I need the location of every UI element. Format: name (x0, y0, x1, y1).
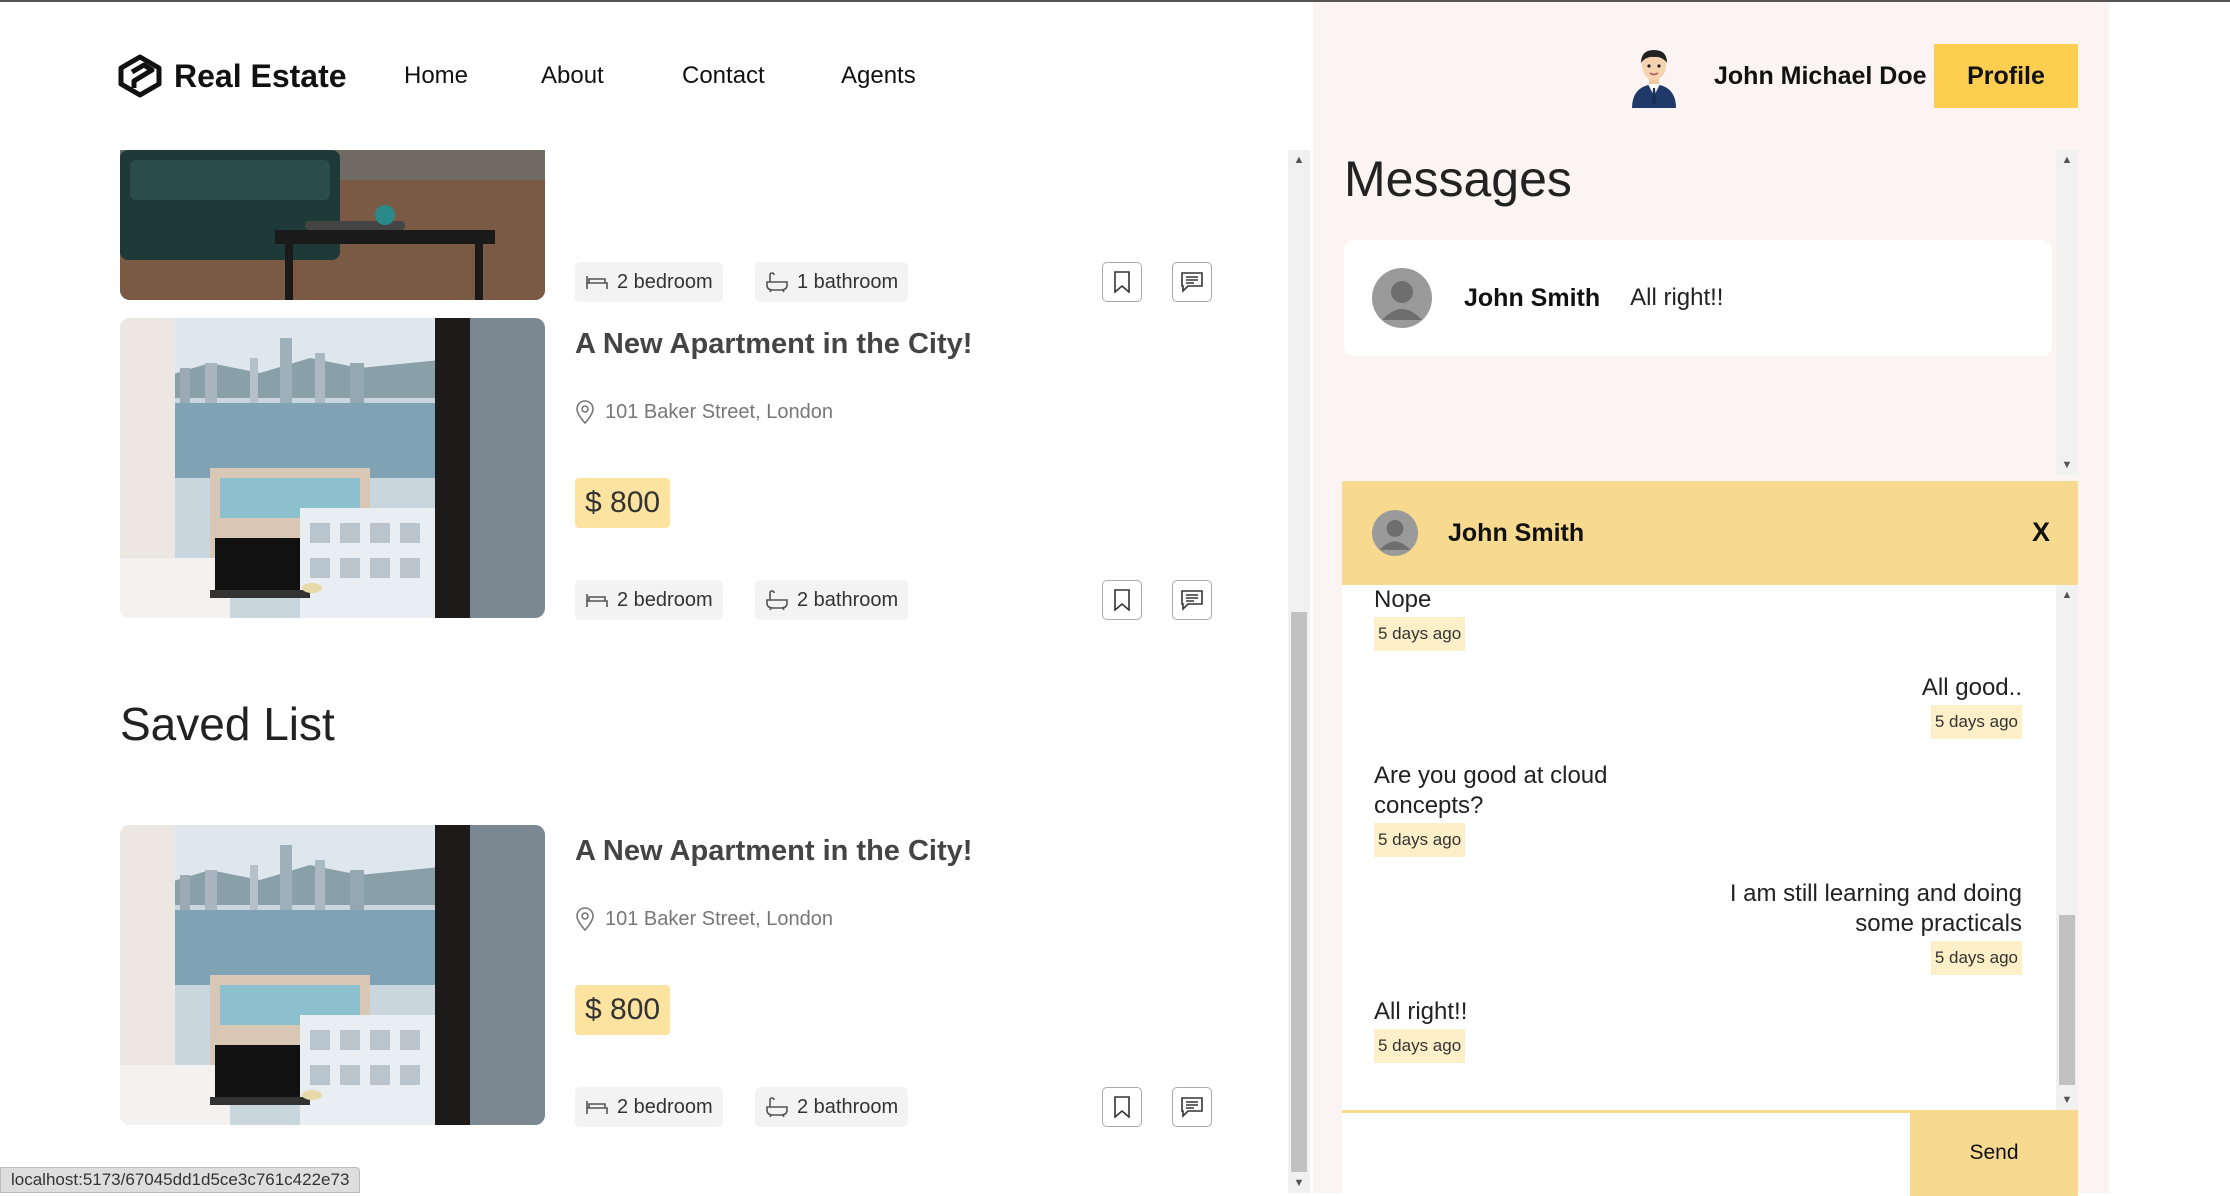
address-text: 101 Baker Street, London (605, 400, 833, 423)
chat-icon (1181, 272, 1203, 293)
nav-about[interactable]: About (541, 62, 604, 90)
bedroom-feature: 2 bedroom (575, 262, 723, 302)
bathroom-count: 2 bathroom (797, 1095, 899, 1118)
bed-icon (586, 1101, 608, 1114)
message-text: All right!! (1374, 998, 1468, 1025)
avatar (1372, 510, 1418, 556)
logo-icon (118, 54, 162, 98)
preview-sender: John Smith (1464, 283, 1601, 312)
scroll-up-icon[interactable]: ▲ (1288, 154, 1310, 166)
message-time: 5 days ago (1930, 705, 2022, 739)
chat-contact-name: John Smith (1448, 518, 1585, 547)
bookmark-icon (1114, 1096, 1130, 1118)
chat-button[interactable] (1172, 580, 1212, 620)
chat-message: All right!! 5 days ago (1374, 997, 1694, 1063)
listing-price: $ 800 (575, 478, 671, 528)
chat-message: Nope 5 days ago (1374, 585, 1694, 651)
user-name: John Michael Doe (1714, 62, 1927, 90)
bedroom-feature: 2 bedroom (575, 580, 723, 620)
listing-image[interactable] (120, 318, 545, 618)
chat-scrollbar[interactable]: ▲ ▼ (2056, 585, 2078, 1110)
user-avatar (1632, 50, 1676, 108)
chat-message: I am still learning and doing some pract… (1702, 879, 2022, 975)
avatar (1372, 268, 1432, 328)
send-button[interactable]: Send (1910, 1110, 2078, 1196)
chat-message: Are you good at cloud concepts? 5 days a… (1374, 761, 1634, 857)
chat-message: All good.. 5 days ago (1702, 673, 2022, 739)
messages-title: Messages (1344, 151, 1572, 207)
message-time: 5 days ago (1930, 941, 2022, 975)
bathroom-count: 1 bathroom (797, 270, 899, 293)
bedroom-feature: 2 bedroom (575, 1087, 723, 1127)
save-button[interactable] (1102, 1087, 1142, 1127)
save-button[interactable] (1102, 262, 1142, 302)
bathroom-feature: 2 bathroom (755, 1087, 909, 1127)
bath-icon (766, 590, 788, 611)
message-time: 5 days ago (1374, 823, 1466, 857)
messages-scrollbar[interactable]: ▲ ▼ (2056, 150, 2078, 475)
saved-listing-card: A New Apartment in the City! 101 Baker S… (120, 825, 1220, 1127)
bathroom-feature: 2 bathroom (755, 580, 909, 620)
scroll-down-icon[interactable]: ▼ (1288, 1177, 1310, 1189)
listing-image[interactable] (120, 150, 545, 300)
nav-home[interactable]: Home (404, 62, 468, 90)
scroll-down-icon[interactable]: ▼ (2056, 459, 2078, 471)
listing-address: 101 Baker Street, London (575, 400, 833, 424)
message-time: 5 days ago (1374, 617, 1466, 651)
nav-agents[interactable]: Agents (841, 62, 916, 90)
scrollbar-thumb[interactable] (1291, 612, 1307, 1172)
chat-header: John Smith X (1342, 481, 2078, 585)
scroll-down-icon[interactable]: ▼ (2056, 1094, 2078, 1106)
listings-panel: 2 bedroom 1 bathroom A New Apartment in … (0, 150, 1288, 1193)
location-pin-icon (576, 400, 594, 424)
chat-button[interactable] (1172, 1087, 1212, 1127)
chat-input-row: Send (1342, 1110, 2078, 1196)
bedroom-count: 2 bedroom (617, 270, 713, 293)
scroll-up-icon[interactable]: ▲ (2056, 589, 2078, 601)
save-button[interactable] (1102, 580, 1142, 620)
chat-icon (1181, 1097, 1203, 1118)
bed-icon (586, 594, 608, 607)
bedroom-count: 2 bedroom (617, 588, 713, 611)
bathroom-feature: 1 bathroom (755, 262, 909, 302)
bookmark-icon (1114, 271, 1130, 293)
profile-button[interactable]: Profile (1934, 44, 2078, 108)
chat-message-input[interactable] (1342, 1113, 1910, 1193)
scrollbar-thumb[interactable] (2059, 915, 2075, 1085)
chat-button[interactable] (1172, 262, 1212, 302)
scroll-up-icon[interactable]: ▲ (2056, 154, 2078, 166)
bath-icon (766, 272, 788, 293)
message-text: I am still learning and doing some pract… (1729, 880, 2022, 937)
status-bar-url: localhost:5173/67045dd1d5ce3c761c422e73 (0, 1167, 361, 1193)
nav-contact[interactable]: Contact (682, 62, 765, 90)
bath-icon (766, 1097, 788, 1118)
logo[interactable]: Real Estate (118, 54, 347, 98)
message-time: 5 days ago (1374, 1029, 1466, 1063)
listing-title[interactable]: A New Apartment in the City! (575, 328, 972, 361)
bathroom-count: 2 bathroom (797, 588, 899, 611)
listing-address: 101 Baker Street, London (575, 907, 833, 931)
bookmark-icon (1114, 589, 1130, 611)
chat-icon (1181, 590, 1203, 611)
message-text: Are you good at cloud concepts? (1374, 762, 1608, 819)
listing-image[interactable] (120, 825, 545, 1125)
message-text: Nope (1374, 586, 1432, 613)
listing-title[interactable]: A New Apartment in the City! (575, 835, 972, 868)
address-text: 101 Baker Street, London (605, 907, 833, 930)
listings-scrollbar[interactable]: ▲ ▼ (1288, 150, 1310, 1193)
bedroom-count: 2 bedroom (617, 1095, 713, 1118)
listing-price: $ 800 (575, 985, 671, 1035)
brand-name: Real Estate (174, 57, 347, 94)
message-preview[interactable]: John Smith All right!! (1344, 240, 2052, 356)
message-text: All good.. (1921, 674, 2022, 701)
listing-card: 2 bedroom 1 bathroom (120, 150, 1220, 302)
chat-messages: Nope 5 days ago All good.. 5 days ago Ar… (1342, 585, 2078, 1110)
saved-list-title: Saved List (120, 698, 335, 750)
listing-card: A New Apartment in the City! 101 Baker S… (120, 318, 1220, 620)
location-pin-icon (576, 907, 594, 931)
preview-text: All right!! (1630, 284, 1724, 311)
close-chat-button[interactable]: X (2032, 517, 2050, 548)
bed-icon (586, 276, 608, 289)
